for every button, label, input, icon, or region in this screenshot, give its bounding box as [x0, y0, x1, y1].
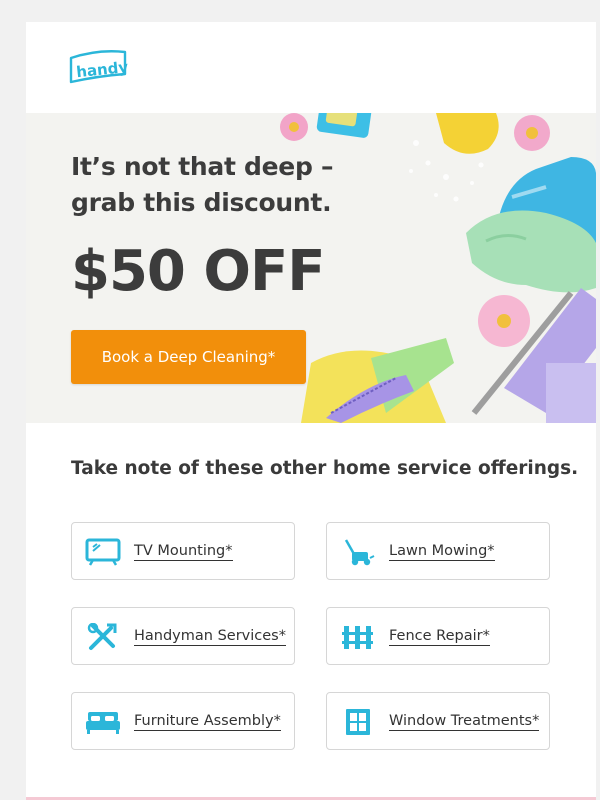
service-label: TV Mounting*: [134, 543, 233, 561]
service-window-treatments[interactable]: Window Treatments*: [326, 692, 550, 750]
services-section-title: Take note of these other home service of…: [71, 458, 579, 479]
fence-icon: [342, 626, 373, 649]
lawn-mower-icon: [344, 539, 375, 566]
bed-icon: [86, 712, 120, 734]
window-icon: [346, 709, 370, 735]
hero-text: It’s not that deep – grab this discount.…: [71, 149, 371, 303]
tv-icon: [85, 538, 121, 566]
tools-icon: [87, 623, 117, 650]
hero-headline-line1: It’s not that deep –: [71, 152, 334, 181]
service-label: Fence Repair*: [389, 628, 490, 646]
email-card: handy It’s not that deep – grab this dis…: [26, 22, 596, 800]
service-label: Furniture Assembly*: [134, 713, 281, 731]
service-furniture-assembly[interactable]: Furniture Assembly*: [71, 692, 295, 750]
flower-top-left: [280, 113, 308, 141]
service-lawn-mowing[interactable]: Lawn Mowing*: [326, 522, 550, 580]
email-header: handy: [26, 22, 596, 112]
hero-banner: It’s not that deep – grab this discount.…: [26, 113, 596, 423]
service-label: Handyman Services*: [134, 628, 286, 646]
handy-logo[interactable]: handy: [68, 46, 128, 86]
hero-headline-line2: grab this discount.: [71, 188, 332, 217]
service-handyman[interactable]: Handyman Services*: [71, 607, 295, 665]
service-label: Window Treatments*: [389, 713, 540, 731]
service-fence-repair[interactable]: Fence Repair*: [326, 607, 550, 665]
service-label: Lawn Mowing*: [389, 543, 495, 561]
discount-offer: $50 OFF: [71, 239, 326, 304]
hero-headline: It’s not that deep – grab this discount.: [71, 149, 371, 221]
book-deep-cleaning-button[interactable]: Book a Deep Cleaning*: [71, 330, 306, 384]
service-tv-mounting[interactable]: TV Mounting*: [71, 522, 295, 580]
handy-logo-text: handy: [75, 58, 128, 81]
